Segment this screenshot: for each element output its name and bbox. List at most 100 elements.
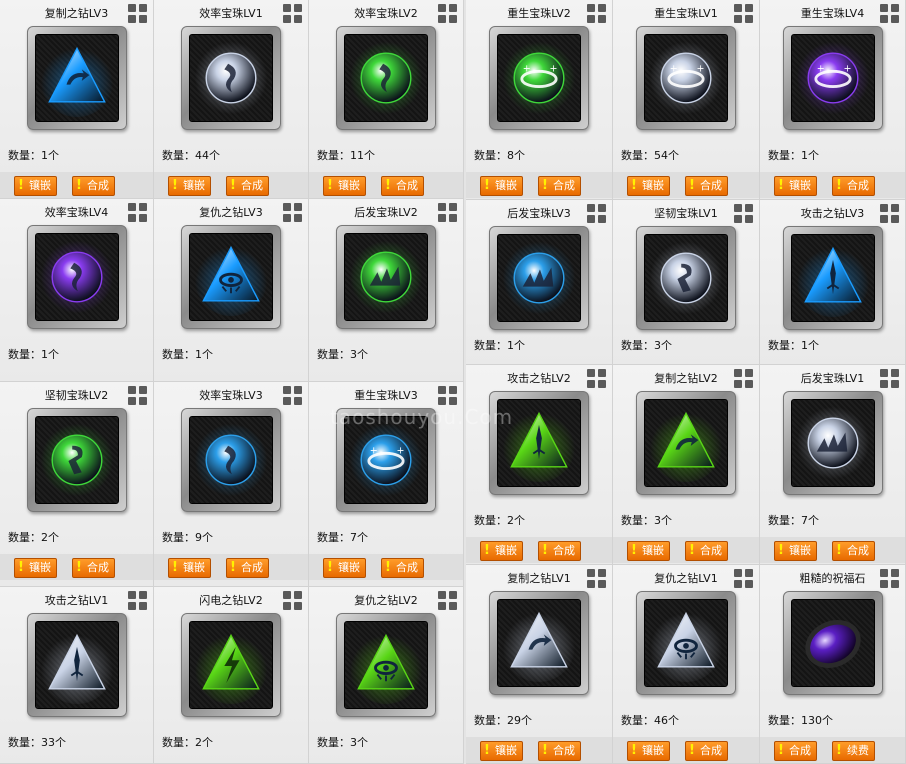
grid-view-icon[interactable] — [128, 386, 147, 405]
exclamation-icon: ! — [689, 178, 695, 193]
inlay-button[interactable]: ! 镶嵌 — [168, 558, 211, 578]
quantity-value: 1个 — [801, 149, 819, 162]
combine-button[interactable]: ! 合成 — [832, 541, 875, 561]
gem-slot-frame[interactable] — [26, 613, 127, 717]
combine-button[interactable]: ! 合成 — [538, 741, 581, 761]
grid-view-icon[interactable] — [587, 569, 606, 588]
combine-button[interactable]: ! 合成 — [381, 558, 424, 578]
inlay-button[interactable]: ! 镶嵌 — [627, 176, 670, 196]
gem-slot-frame[interactable]: + + — [489, 26, 589, 130]
inlay-button[interactable]: ! 镶嵌 — [168, 176, 211, 196]
inlay-button[interactable]: ! 镶嵌 — [323, 558, 366, 578]
combine-button[interactable]: ! 合成 — [72, 558, 115, 578]
inlay-button[interactable]: ! 镶嵌 — [14, 558, 57, 578]
grid-view-icon[interactable] — [587, 204, 606, 223]
gem-icon — [344, 621, 428, 709]
quantity-text: 数量：46个 — [621, 712, 679, 728]
card-action-bar: ! 镶嵌 ! 合成 — [613, 172, 759, 198]
gem-slot-frame[interactable] — [336, 225, 436, 329]
gem-slot-frame[interactable] — [782, 591, 883, 695]
gem-slot-frame[interactable] — [636, 391, 736, 495]
gem-card: 重生宝珠LV2 + + 数量：8个 ! 镶嵌 ! 合成 — [466, 0, 613, 200]
grid-view-icon[interactable] — [438, 4, 457, 23]
grid-view-icon[interactable] — [283, 203, 302, 222]
quantity-text: 数量：8个 — [474, 147, 525, 163]
grid-view-icon[interactable] — [880, 369, 899, 388]
button-label: 镶嵌 — [183, 179, 205, 192]
exclamation-icon: ! — [230, 560, 236, 575]
inlay-button[interactable]: ! 镶嵌 — [480, 176, 523, 196]
gem-slot-frame[interactable] — [181, 225, 281, 329]
gem-slot-frame[interactable] — [489, 591, 589, 695]
combine-button[interactable]: ! 合成 — [381, 176, 424, 196]
grid-view-icon[interactable] — [128, 203, 147, 222]
combine-button[interactable]: ! 合成 — [832, 176, 875, 196]
quantity-label: 数量： — [162, 531, 195, 544]
gem-slot-frame[interactable]: + + — [782, 26, 883, 130]
grid-view-icon[interactable] — [283, 591, 302, 610]
exclamation-icon: ! — [836, 178, 842, 193]
grid-view-icon[interactable] — [734, 4, 753, 23]
grid-view-icon[interactable] — [128, 4, 147, 23]
gem-slot-frame[interactable]: + + — [636, 26, 736, 130]
gem-slot-frame[interactable] — [489, 226, 589, 330]
combine-button[interactable]: ! 合成 — [538, 176, 581, 196]
exclamation-icon: ! — [778, 178, 784, 193]
combine-button[interactable]: ! 合成 — [226, 558, 269, 578]
gem-card: 后发宝珠LV1 数量：7个 ! 镶嵌 ! 合成 — [760, 365, 906, 565]
grid-view-icon[interactable] — [734, 204, 753, 223]
quantity-text: 数量：3个 — [621, 512, 672, 528]
grid-view-icon[interactable] — [587, 369, 606, 388]
grid-view-icon[interactable] — [128, 591, 147, 610]
card-action-bar: ! 镶嵌 ! 合成 — [0, 554, 153, 580]
grid-view-icon[interactable] — [734, 369, 753, 388]
combine-button[interactable]: ! 合成 — [226, 176, 269, 196]
quantity-label: 数量： — [474, 339, 507, 352]
gem-slot-frame[interactable] — [782, 226, 883, 330]
quantity-value: 8个 — [507, 149, 525, 162]
grid-view-icon[interactable] — [734, 569, 753, 588]
combine-button[interactable]: ! 合成 — [685, 176, 728, 196]
gem-slot-frame[interactable] — [336, 613, 436, 717]
inlay-button[interactable]: ! 镶嵌 — [480, 541, 523, 561]
card-action-bar: ! 镶嵌 ! 合成 — [309, 172, 463, 198]
gem-slot-frame[interactable] — [782, 391, 883, 495]
gem-slot-frame[interactable] — [636, 226, 736, 330]
gem-slot-frame[interactable] — [26, 408, 127, 512]
gem-slot-frame[interactable] — [26, 225, 127, 329]
grid-view-icon[interactable] — [880, 4, 899, 23]
quantity-label: 数量： — [621, 714, 654, 727]
grid-view-icon[interactable] — [438, 591, 457, 610]
inlay-button[interactable]: ! 镶嵌 — [774, 541, 817, 561]
inlay-button[interactable]: ! 合成 — [774, 741, 817, 761]
inlay-button[interactable]: ! 镶嵌 — [323, 176, 366, 196]
grid-view-icon[interactable] — [880, 204, 899, 223]
inlay-button[interactable]: ! 镶嵌 — [480, 741, 523, 761]
combine-button[interactable]: ! 合成 — [538, 541, 581, 561]
grid-view-icon[interactable] — [880, 569, 899, 588]
combine-button[interactable]: ! 合成 — [685, 741, 728, 761]
combine-button[interactable]: ! 续费 — [832, 741, 875, 761]
quantity-label: 数量： — [8, 348, 41, 361]
grid-view-icon[interactable] — [283, 386, 302, 405]
gem-slot-frame[interactable] — [181, 408, 281, 512]
grid-view-icon[interactable] — [283, 4, 302, 23]
quantity-label: 数量： — [317, 736, 350, 749]
gem-slot-frame[interactable] — [636, 591, 736, 695]
grid-view-icon[interactable] — [587, 4, 606, 23]
grid-view-icon[interactable] — [438, 386, 457, 405]
gem-slot-frame[interactable] — [181, 613, 281, 717]
gem-slot-frame[interactable] — [26, 26, 127, 130]
inlay-button[interactable]: ! 镶嵌 — [14, 176, 57, 196]
button-label: 合成 — [700, 544, 722, 557]
combine-button[interactable]: ! 合成 — [72, 176, 115, 196]
gem-slot-frame[interactable] — [336, 26, 436, 130]
inlay-button[interactable]: ! 镶嵌 — [774, 176, 817, 196]
exclamation-icon: ! — [327, 560, 333, 575]
inlay-button[interactable]: ! 镶嵌 — [627, 741, 670, 761]
combine-button[interactable]: ! 合成 — [685, 541, 728, 561]
inlay-button[interactable]: ! 镶嵌 — [627, 541, 670, 561]
gem-icon — [790, 234, 875, 322]
grid-view-icon[interactable] — [438, 203, 457, 222]
gem-slot-frame[interactable] — [181, 26, 281, 130]
